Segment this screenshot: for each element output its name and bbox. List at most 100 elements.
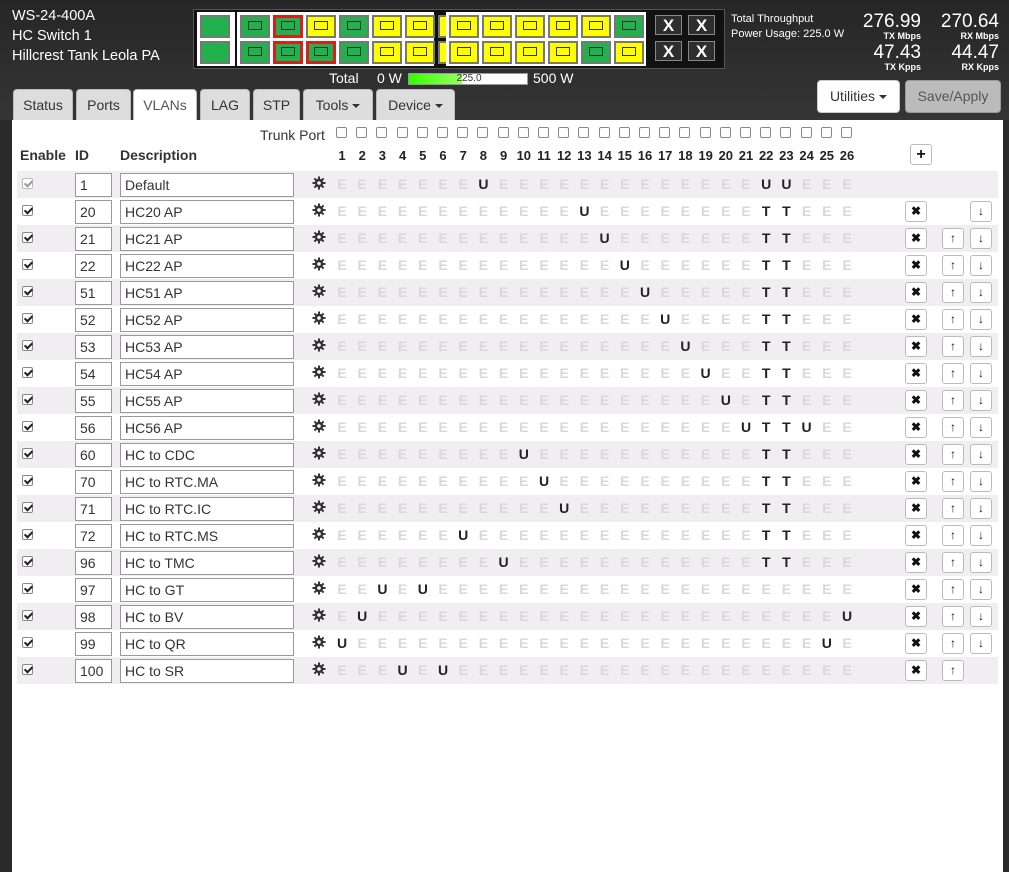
port-membership-cell[interactable]: E	[534, 281, 554, 303]
trunk-checkbox[interactable]	[457, 127, 469, 138]
port-membership-cell[interactable]: E	[393, 227, 413, 249]
port-membership-cell[interactable]: E	[675, 605, 695, 627]
port-membership-cell[interactable]: E	[675, 416, 695, 438]
port-membership-cell[interactable]: T	[756, 443, 776, 465]
port-membership-cell[interactable]: E	[393, 200, 413, 222]
vlan-id-field[interactable]: 1	[75, 173, 112, 197]
enable-checkbox[interactable]	[22, 232, 33, 243]
port-membership-cell[interactable]: E	[413, 524, 433, 546]
port-membership-cell[interactable]: E	[332, 605, 352, 627]
port-membership-cell[interactable]: E	[574, 416, 594, 438]
port-membership-cell[interactable]: E	[776, 659, 796, 681]
port-membership-cell[interactable]: E	[797, 200, 817, 222]
port-membership-cell[interactable]: T	[776, 308, 796, 330]
port-membership-cell[interactable]: E	[453, 389, 473, 411]
port-membership-cell[interactable]: E	[473, 254, 493, 276]
port-membership-cell[interactable]: E	[514, 173, 534, 195]
delete-vlan-button[interactable]: ✖	[905, 660, 927, 681]
port-membership-cell[interactable]: E	[473, 308, 493, 330]
port-membership-cell[interactable]: E	[797, 335, 817, 357]
enable-checkbox[interactable]	[22, 502, 33, 513]
vlan-id-field[interactable]: 51	[75, 281, 112, 305]
vlan-id-field[interactable]: 72	[75, 524, 112, 548]
move-up-button[interactable]: ↑	[942, 363, 964, 384]
move-down-button[interactable]: ↓	[970, 471, 992, 492]
move-up-button[interactable]: ↑	[942, 444, 964, 465]
port-membership-cell[interactable]: E	[736, 632, 756, 654]
vlan-description-field[interactable]: HC53 AP	[120, 335, 294, 359]
port-membership-cell[interactable]: E	[393, 362, 413, 384]
port-membership-cell[interactable]: E	[372, 281, 392, 303]
port-membership-cell[interactable]: E	[635, 200, 655, 222]
port-membership-cell[interactable]: E	[716, 227, 736, 249]
port-membership-cell[interactable]: E	[817, 443, 837, 465]
port-membership-cell[interactable]: E	[352, 254, 372, 276]
port-membership-cell[interactable]: E	[716, 335, 736, 357]
move-down-button[interactable]: ↓	[970, 201, 992, 222]
port-membership-cell[interactable]: U	[554, 497, 574, 519]
port-membership-cell[interactable]: E	[372, 632, 392, 654]
port-membership-cell[interactable]: E	[393, 335, 413, 357]
port-membership-cell[interactable]: E	[554, 173, 574, 195]
port-membership-cell[interactable]: E	[837, 416, 857, 438]
port-membership-cell[interactable]: E	[332, 443, 352, 465]
port-membership-cell[interactable]: E	[494, 443, 514, 465]
port-membership-cell[interactable]: E	[595, 578, 615, 600]
move-down-button[interactable]: ↓	[970, 444, 992, 465]
port-membership-cell[interactable]: E	[554, 659, 574, 681]
port-membership-cell[interactable]: E	[595, 524, 615, 546]
tab-stp[interactable]: STP	[253, 89, 300, 120]
port-membership-cell[interactable]: E	[534, 497, 554, 519]
port-membership-cell[interactable]: E	[736, 362, 756, 384]
vlan-description-field[interactable]: HC to BV	[120, 605, 294, 629]
vlan-description-field[interactable]: HC52 AP	[120, 308, 294, 332]
trunk-checkbox[interactable]	[598, 127, 610, 138]
port-membership-cell[interactable]: E	[635, 416, 655, 438]
port-membership-cell[interactable]: E	[494, 578, 514, 600]
port-membership-cell[interactable]: E	[332, 200, 352, 222]
trunk-checkbox[interactable]	[497, 127, 509, 138]
port-membership-cell[interactable]: E	[352, 227, 372, 249]
tab-status[interactable]: Status	[13, 89, 73, 120]
port-membership-cell[interactable]: E	[534, 605, 554, 627]
port-membership-cell[interactable]: E	[756, 632, 776, 654]
tab-vlans[interactable]: VLANs	[133, 89, 197, 121]
port-membership-cell[interactable]: E	[554, 443, 574, 465]
port-membership-cell[interactable]: E	[534, 443, 554, 465]
port-membership-cell[interactable]: E	[433, 281, 453, 303]
enable-checkbox[interactable]	[22, 556, 33, 567]
move-up-button[interactable]: ↑	[942, 552, 964, 573]
port-membership-cell[interactable]: E	[736, 497, 756, 519]
port-membership-cell[interactable]: E	[696, 605, 716, 627]
port-membership-cell[interactable]: E	[393, 497, 413, 519]
port-membership-cell[interactable]: E	[554, 308, 574, 330]
port-membership-cell[interactable]: E	[574, 335, 594, 357]
port-membership-cell[interactable]: E	[413, 254, 433, 276]
port-membership-cell[interactable]: E	[352, 632, 372, 654]
port-membership-cell[interactable]: E	[332, 524, 352, 546]
gear-icon[interactable]	[312, 176, 326, 190]
port-membership-cell[interactable]: T	[776, 227, 796, 249]
gear-icon[interactable]	[312, 662, 326, 676]
port-membership-cell[interactable]: E	[413, 281, 433, 303]
vlan-id-field[interactable]: 21	[75, 227, 112, 251]
port-membership-cell[interactable]: E	[736, 551, 756, 573]
port-membership-cell[interactable]: E	[655, 632, 675, 654]
port-membership-cell[interactable]: E	[716, 470, 736, 492]
vlan-description-field[interactable]: HC to QR	[120, 632, 294, 656]
port-membership-cell[interactable]: E	[332, 335, 352, 357]
port-membership-cell[interactable]: T	[776, 470, 796, 492]
move-up-button[interactable]: ↑	[942, 336, 964, 357]
gear-icon[interactable]	[312, 257, 326, 271]
port-membership-cell[interactable]: E	[696, 389, 716, 411]
vlan-description-field[interactable]: HC to SR	[120, 659, 294, 683]
port-membership-cell[interactable]: E	[453, 335, 473, 357]
port-membership-cell[interactable]: E	[514, 227, 534, 249]
port-membership-cell[interactable]: E	[716, 362, 736, 384]
port-membership-cell[interactable]: E	[635, 308, 655, 330]
port-membership-cell[interactable]: E	[332, 578, 352, 600]
port-membership-cell[interactable]: E	[473, 632, 493, 654]
port-membership-cell[interactable]: E	[595, 362, 615, 384]
enable-checkbox[interactable]	[22, 664, 33, 675]
port-membership-cell[interactable]: E	[453, 470, 473, 492]
